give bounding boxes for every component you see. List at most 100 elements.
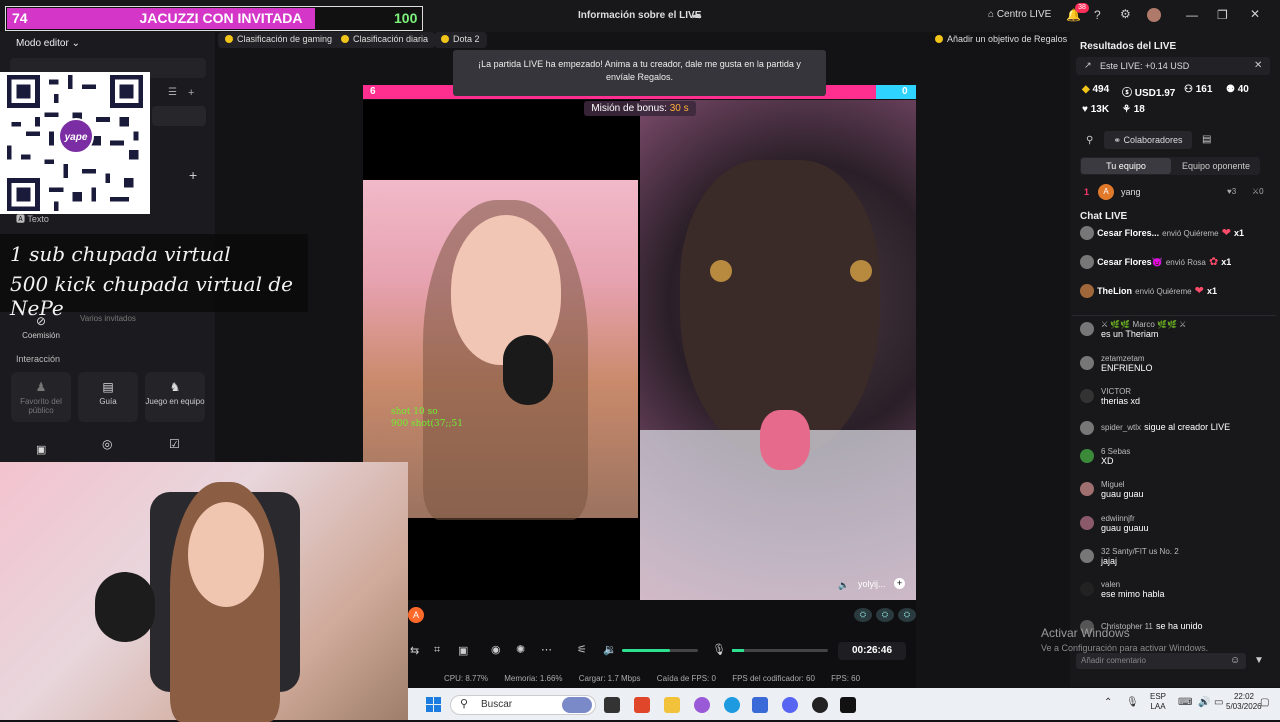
host-avatar[interactable]: A: [408, 607, 424, 623]
guia-tile[interactable]: ▤ Guía: [78, 372, 138, 422]
discord-icon[interactable]: [782, 697, 798, 713]
task-view-icon[interactable]: [604, 697, 620, 713]
fps-stat: FPS: 60: [831, 674, 861, 683]
user-icon[interactable]: ⚲: [1086, 135, 1093, 146]
close-icon[interactable]: ✕: [1250, 7, 1260, 21]
language-region: LAA: [1150, 702, 1166, 711]
language-indicator[interactable]: ESP LAA: [1150, 692, 1166, 712]
rank-avatar[interactable]: A: [1098, 184, 1114, 200]
seat-icon-3[interactable]: ⛭: [898, 608, 916, 622]
memory-stat: Memoria: 1.66%: [504, 674, 563, 683]
effects-icon[interactable]: ✺: [516, 643, 525, 656]
trophy-icon: [225, 35, 233, 43]
obs-icon[interactable]: [812, 697, 828, 713]
clock[interactable]: 22:02 5/03/2026: [1226, 692, 1262, 712]
score-left: 74: [12, 10, 28, 26]
clock-date: 5/03/2026: [1226, 702, 1262, 711]
sliders-icon[interactable]: ⚟: [577, 643, 587, 656]
window-title[interactable]: Información sobre el LIVE: [578, 10, 701, 21]
calendar-icon[interactable]: ▣: [36, 443, 46, 456]
gift-user[interactable]: Cesar Flores...: [1097, 228, 1159, 238]
este-live-value: Este LIVE: +0.14 USD: [1100, 61, 1190, 71]
guest-name[interactable]: yolyij...: [858, 579, 886, 589]
layout-icon[interactable]: ⇆: [410, 644, 419, 657]
webcam-overlay: [0, 462, 408, 722]
battery-icon[interactable]: ▭: [1214, 697, 1223, 708]
emoji-icon[interactable]: ☺: [1230, 655, 1240, 666]
comment-input[interactable]: Añadir comentario: [1076, 653, 1246, 669]
favorito-tile[interactable]: ♟ Favorito del público: [11, 372, 71, 422]
chat-user[interactable]: edwiinnjfr: [1101, 514, 1275, 523]
chip-diaria[interactable]: Clasificación diaria: [334, 32, 436, 48]
list-icon[interactable]: ☰: [168, 87, 177, 98]
minimize-icon[interactable]: —: [1186, 8, 1198, 22]
gear-icon[interactable]: ⚙: [1120, 7, 1131, 21]
chip-gaming[interactable]: Clasificación de gaming: [218, 32, 340, 48]
microphone-icon[interactable]: 🎙: [712, 643, 726, 656]
add-source-icon[interactable]: +: [189, 167, 197, 183]
speaker-icon[interactable]: 🔈: [838, 580, 849, 591]
editor-mode-dropdown[interactable]: Modo editor ⌄: [16, 38, 80, 49]
chat-user[interactable]: zetamzetam: [1101, 354, 1275, 363]
document-icon[interactable]: ▤: [1202, 134, 1211, 145]
chat-user[interactable]: 32 Santy/FIT us No. 2: [1101, 547, 1275, 556]
gift-user[interactable]: Cesar Flores😈: [1097, 257, 1163, 267]
seat-icon-1[interactable]: ⛭: [854, 608, 872, 622]
colaboradores-tab[interactable]: ⚭ Colaboradores: [1104, 131, 1192, 149]
chip-dota[interactable]: Dota 2: [434, 32, 487, 48]
network-icon[interactable]: ⌨: [1178, 697, 1192, 708]
clock-time: 22:02: [1233, 692, 1254, 701]
volume-tray-icon[interactable]: 🔊: [1198, 697, 1210, 708]
centro-live-button[interactable]: ⌂ Centro LIVE: [988, 9, 1051, 20]
chat-user[interactable]: ⚔ 🌿🌿 Marco 🌿🌿 ⚔: [1101, 320, 1275, 329]
close-earnings-icon[interactable]: ✕: [1254, 60, 1262, 71]
rank-likes-value: 3: [1231, 187, 1237, 196]
more-icon[interactable]: ⋯: [541, 643, 552, 656]
tab-equipo-oponente[interactable]: Equipo oponente: [1172, 158, 1260, 174]
edge-icon[interactable]: [724, 697, 740, 713]
microphone-tray-icon[interactable]: 🎙: [1126, 697, 1139, 708]
caption-icon[interactable]: ▣: [458, 644, 468, 657]
bonus-mission: Misión de bonus: 30 s: [584, 101, 696, 116]
seat-icon-2[interactable]: ⛭: [876, 608, 894, 622]
chevron-up-icon[interactable]: ⌃: [1104, 697, 1112, 708]
source-item[interactable]: [152, 106, 206, 126]
notification-center-icon[interactable]: ▢: [1260, 697, 1269, 708]
diamond-icon: ◆: [1082, 84, 1093, 95]
volume-slider[interactable]: [622, 649, 698, 652]
home-icon: ⌂: [988, 9, 997, 20]
help-icon[interactable]: ?: [1094, 8, 1101, 22]
copilot-icon[interactable]: [694, 697, 710, 713]
windows-start-icon[interactable]: [426, 697, 441, 712]
start-tile: [426, 697, 433, 704]
target-icon[interactable]: ◎: [102, 437, 112, 451]
chat-user[interactable]: Miguel: [1101, 480, 1275, 489]
checklist-icon[interactable]: ☑: [169, 437, 180, 451]
restore-icon[interactable]: ❐: [1217, 8, 1228, 22]
favorito-label: Favorito del público: [20, 397, 62, 415]
rank-score-value: 0: [1259, 187, 1264, 196]
ai-icon[interactable]: ⌗: [434, 644, 440, 657]
avatar[interactable]: [1147, 8, 1161, 22]
chat-user[interactable]: spider_wtlx: [1101, 423, 1141, 432]
add-gift-goal[interactable]: Añadir un objetivo de Regalos: [928, 32, 1074, 48]
tiktok-icon[interactable]: [840, 697, 856, 713]
chat-user[interactable]: valen: [1101, 580, 1275, 589]
chat-user[interactable]: VICTOR: [1101, 387, 1275, 396]
volume-icon[interactable]: 🔉: [603, 643, 617, 656]
share-icon[interactable]: ➦: [692, 9, 702, 23]
plus-icon[interactable]: +: [188, 87, 194, 99]
record-icon[interactable]: ◉: [491, 643, 501, 656]
filter-icon[interactable]: ▼: [1254, 655, 1264, 666]
file-explorer-icon[interactable]: [664, 697, 680, 713]
brave-icon[interactable]: [634, 697, 650, 713]
juego-equipo-tile[interactable]: ♞ Juego en equipo: [145, 372, 205, 422]
rank-user[interactable]: yang: [1121, 187, 1141, 197]
gift-user[interactable]: TheLion: [1097, 286, 1132, 296]
tab-tu-equipo[interactable]: Tu equipo: [1081, 158, 1171, 174]
store-icon[interactable]: [752, 697, 768, 713]
add-guest-icon[interactable]: +: [894, 578, 905, 589]
chat-user[interactable]: 6 Sebas: [1101, 447, 1275, 456]
guia-label: Guía: [99, 397, 117, 406]
microphone-shape: [95, 572, 155, 642]
